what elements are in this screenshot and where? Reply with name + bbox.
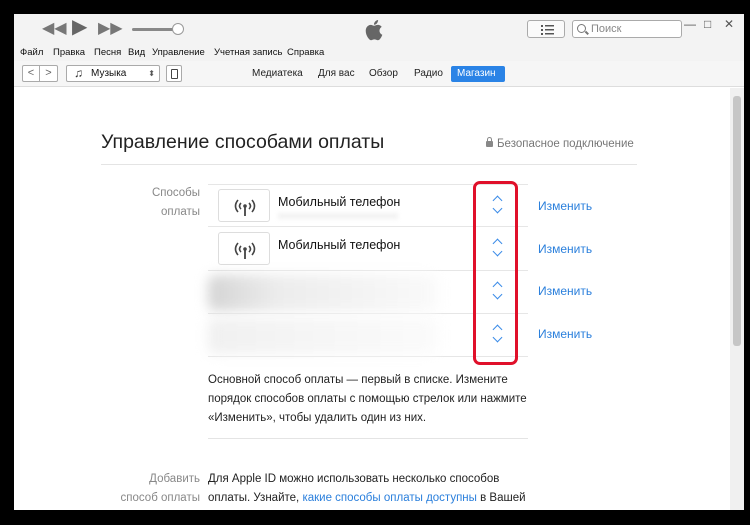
secure-connection: Безопасное подключение <box>486 137 634 150</box>
menu-song[interactable]: Песня <box>94 47 121 58</box>
menu-controls[interactable]: Управление <box>152 47 205 58</box>
mobile-payment-card <box>218 232 270 265</box>
add-payment-method-text: Для Apple ID можно использовать нескольк… <box>208 470 528 510</box>
scrollbar-thumb[interactable] <box>733 96 741 346</box>
secure-connection-label: Безопасное подключение <box>497 138 634 150</box>
lock-icon <box>486 137 493 147</box>
up-next-button[interactable] <box>527 20 565 38</box>
tab-store[interactable]: Магазин <box>451 66 505 82</box>
back-button[interactable]: < <box>22 65 40 82</box>
primary-method-note: Основной способ оплаты — первый в списке… <box>208 374 527 424</box>
close-button[interactable]: ✕ <box>724 17 734 31</box>
tab-for-you[interactable]: Для вас <box>312 66 361 82</box>
menu-account[interactable]: Учетная запись <box>214 47 282 58</box>
toolbar: < > ♫ Музыка ⬍ Медиатека Для вас Обзор Р… <box>14 61 744 87</box>
change-link[interactable]: Изменить <box>538 199 592 213</box>
volume-knob[interactable] <box>172 23 184 35</box>
menu-edit[interactable]: Правка <box>53 47 85 58</box>
itunes-window: ◀◀ ▶ ▶▶ Поиск — □ ✕ Файл Правка Песня Ви… <box>14 14 744 510</box>
updown-chevron-icon: ⬍ <box>148 69 155 78</box>
antenna-icon <box>234 199 256 216</box>
play-icon[interactable]: ▶ <box>72 17 87 37</box>
menu-bar: Файл Правка Песня Вид Управление Учетная… <box>14 44 744 61</box>
blurred-payment-method <box>208 318 438 354</box>
add-payment-method-label: Добавить способ оплаты <box>120 473 200 504</box>
highlight-frame <box>473 181 518 365</box>
menu-file[interactable]: Файл <box>20 47 43 58</box>
fast-forward-icon[interactable]: ▶▶ <box>98 20 123 38</box>
change-link[interactable]: Изменить <box>538 327 592 341</box>
scrollbar[interactable] <box>730 88 744 510</box>
chevron-right-icon: > <box>45 67 52 79</box>
menu-help[interactable]: Справка <box>287 47 324 58</box>
maximize-button[interactable]: □ <box>704 17 711 31</box>
change-link[interactable]: Изменить <box>538 284 592 298</box>
search-input[interactable]: Поиск <box>572 20 682 38</box>
forward-button[interactable]: > <box>40 65 58 82</box>
rewind-icon[interactable]: ◀◀ <box>42 20 67 38</box>
list-icon <box>541 25 554 35</box>
payment-method-name: Мобильный телефон <box>278 238 401 252</box>
main-content: Управление способами оплаты Безопасное п… <box>14 88 730 510</box>
change-link[interactable]: Изменить <box>538 242 592 256</box>
payment-method-name: Мобильный телефон <box>278 195 401 209</box>
apple-logo-icon <box>365 20 383 41</box>
chevron-left-icon: < <box>27 67 35 79</box>
title-bar: ◀◀ ▶ ▶▶ Поиск — □ ✕ <box>14 14 744 44</box>
device-button[interactable] <box>166 65 182 82</box>
divider <box>101 164 637 165</box>
search-icon <box>577 24 586 33</box>
tab-browse[interactable]: Обзор <box>363 66 404 82</box>
payment-methods-available-link[interactable]: какие способы оплаты доступны <box>302 492 476 504</box>
mobile-payment-card <box>218 189 270 222</box>
antenna-icon <box>234 242 256 259</box>
page-title: Управление способами оплаты <box>101 131 385 153</box>
blurred-details <box>278 213 398 219</box>
menu-view[interactable]: Вид <box>128 47 145 58</box>
search-placeholder: Поиск <box>591 23 622 35</box>
payment-methods-label: Способы оплаты <box>151 187 200 218</box>
music-note-icon: ♫ <box>74 66 83 80</box>
tab-radio[interactable]: Радио <box>408 66 449 82</box>
blurred-payment-method <box>208 275 438 311</box>
tab-library[interactable]: Медиатека <box>246 66 309 82</box>
library-select-value: Музыка <box>91 68 127 79</box>
divider <box>208 438 528 439</box>
minimize-button[interactable]: — <box>684 17 696 31</box>
library-select[interactable]: ♫ Музыка ⬍ <box>66 65 160 82</box>
